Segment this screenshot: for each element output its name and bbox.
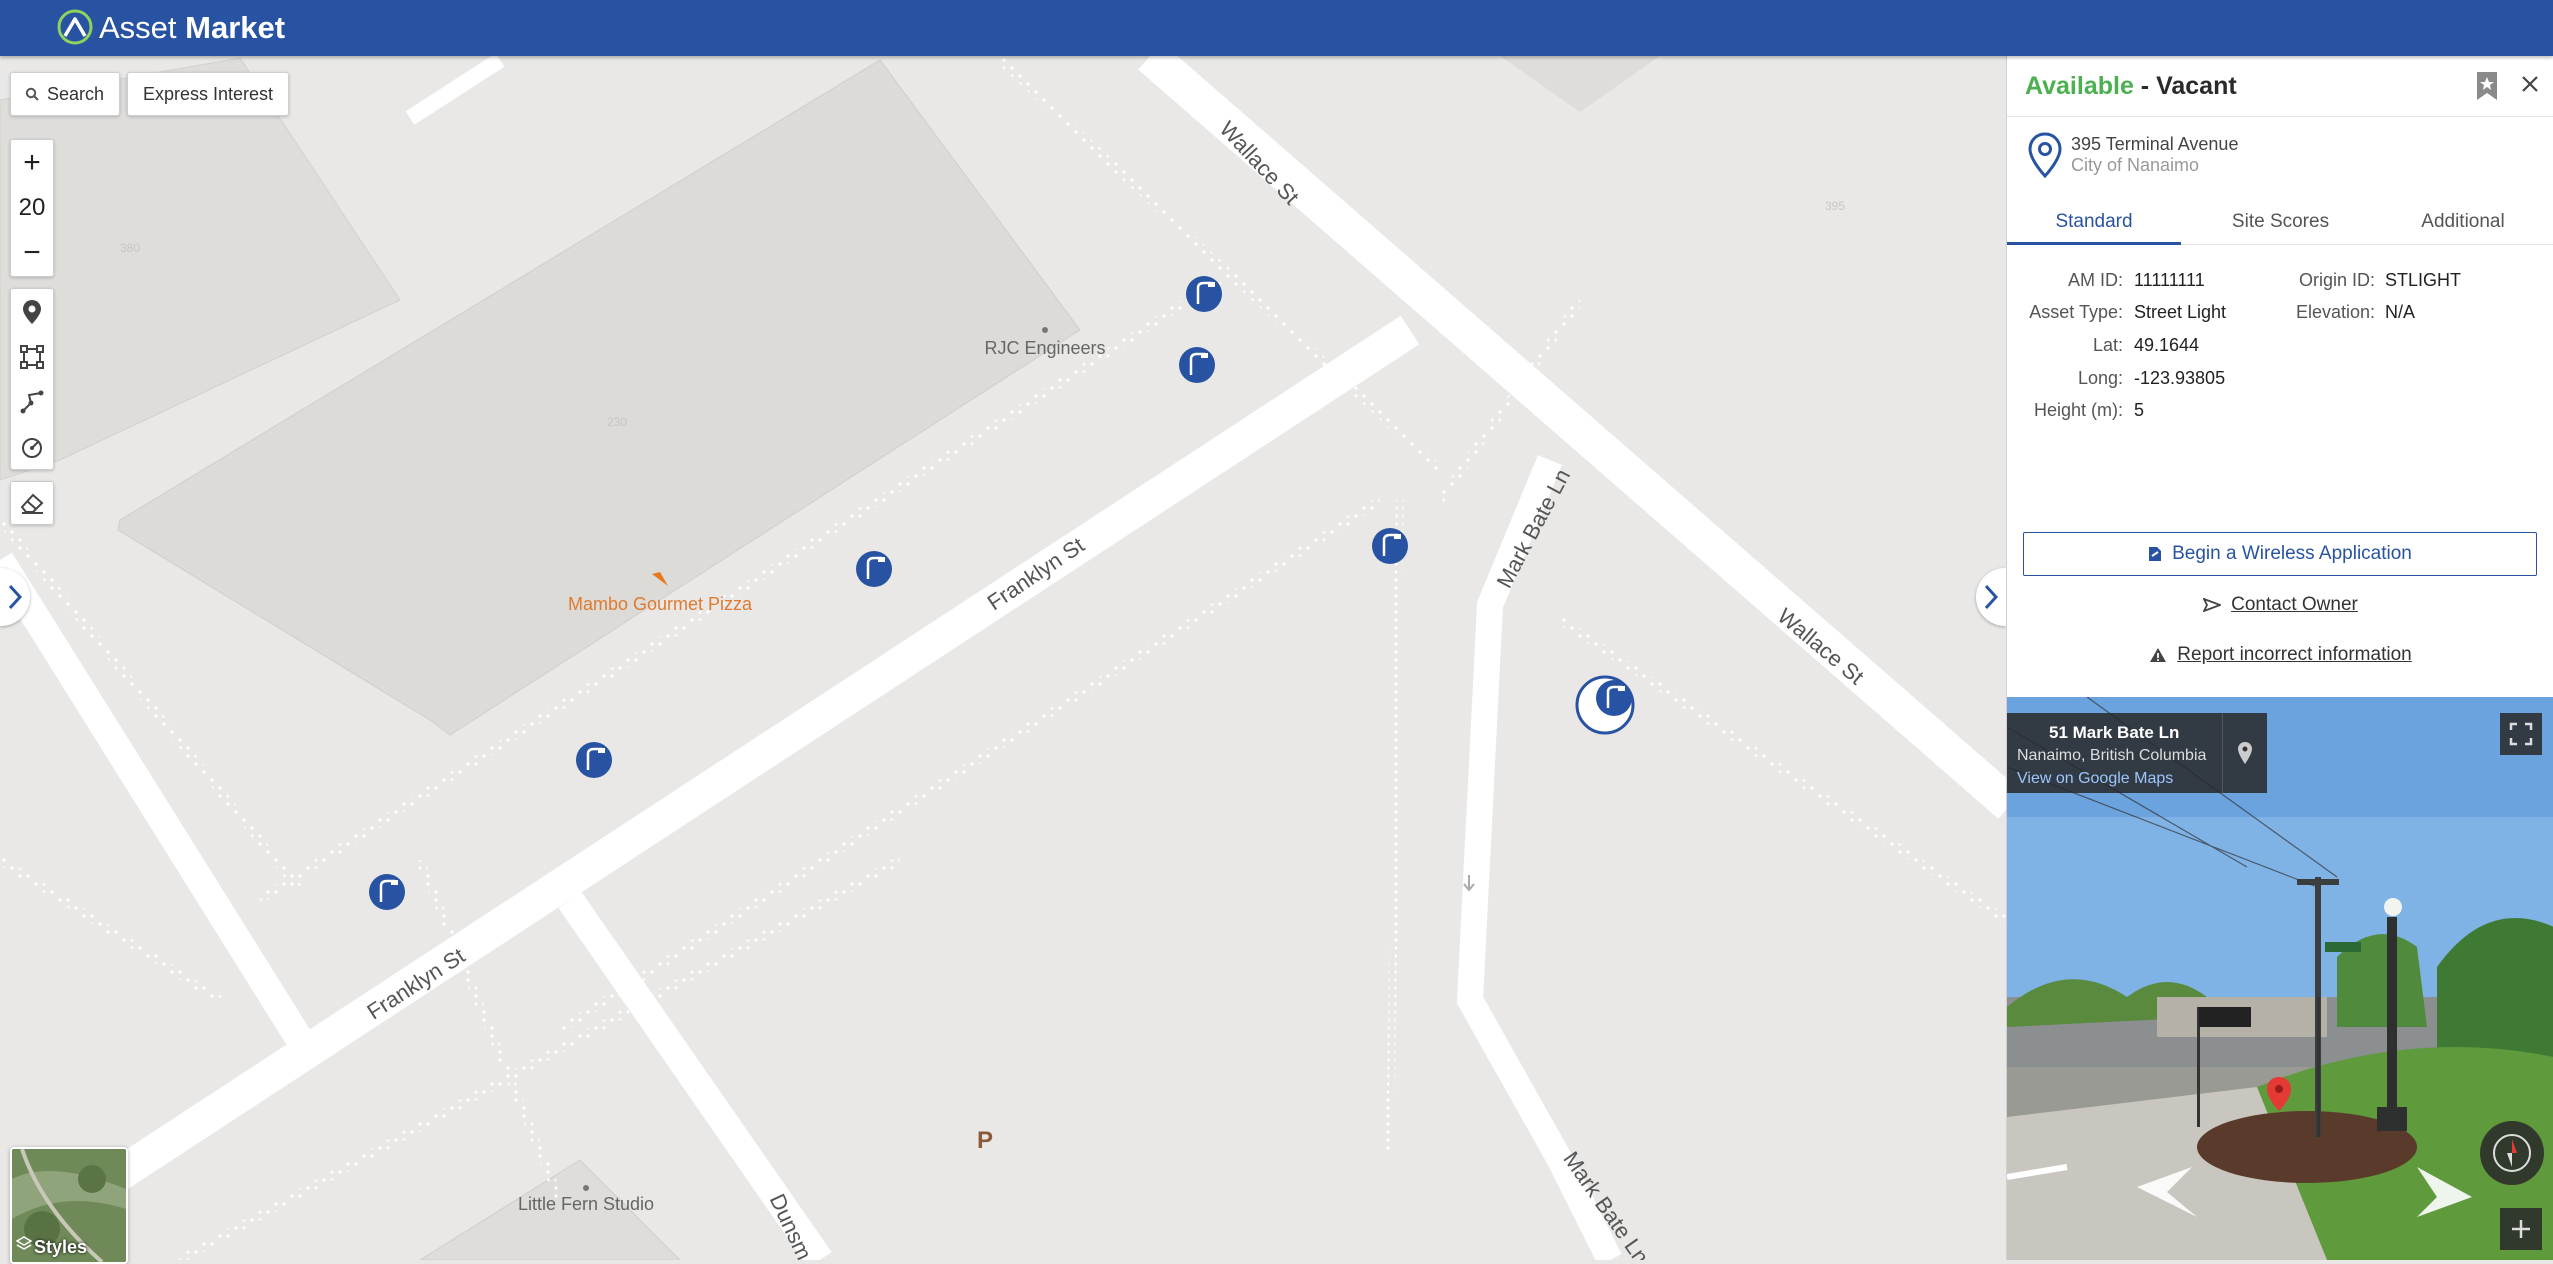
map-styles-button[interactable]: Styles xyxy=(10,1147,128,1264)
contact-owner-label: Contact Owner xyxy=(2231,594,2358,615)
field-value-elevation: N/A xyxy=(2385,302,2416,322)
layers-icon xyxy=(15,1235,33,1256)
tab-additional[interactable]: Additional xyxy=(2372,202,2553,242)
marker-tool-icon[interactable] xyxy=(11,289,53,334)
svg-text:230: 230 xyxy=(607,415,627,429)
close-icon[interactable] xyxy=(2521,75,2539,98)
status-separator: - xyxy=(2133,72,2157,100)
express-interest-button[interactable]: Express Interest xyxy=(127,72,289,116)
field-value-am-id: 11111111 xyxy=(2134,270,2205,290)
polygon-tool-icon[interactable] xyxy=(11,334,53,379)
map-tiles: 380 230 395 Wallace St Wallace St Frankl… xyxy=(0,56,2006,1260)
compass-icon[interactable] xyxy=(2480,1121,2544,1185)
field-label: Lat: xyxy=(2092,335,2123,355)
begin-wireless-application-button[interactable]: Begin a Wireless Application xyxy=(2023,532,2537,576)
tab-standard[interactable]: Standard xyxy=(2007,202,2181,245)
circle-tool-icon[interactable] xyxy=(11,424,53,469)
field-label: Long: xyxy=(2077,368,2123,388)
field-label: Elevation: xyxy=(2295,302,2375,322)
field-value-long: -123.93805 xyxy=(2134,368,2226,388)
place-label[interactable]: Little Fern Studio xyxy=(518,1194,654,1214)
field-label: Asset Type: xyxy=(2029,302,2123,322)
zoom-level: 20 xyxy=(18,193,46,221)
draw-toolbox xyxy=(10,288,54,470)
location-pin-icon xyxy=(2027,132,2063,183)
field-value-height: 5 xyxy=(2134,400,2145,420)
street-view[interactable]: 51 Mark Bate Ln Nanaimo, British Columbi… xyxy=(2007,697,2553,1260)
field-value-lat: 49.1644 xyxy=(2134,335,2200,355)
fullscreen-icon[interactable] xyxy=(2500,713,2542,755)
field-label: AM ID: xyxy=(2067,270,2123,290)
send-icon xyxy=(2203,598,2222,612)
zoom-control: + 20 − xyxy=(10,139,54,277)
brand-name[interactable]: Asset Market xyxy=(99,10,285,46)
asset-details-panel: Available - Vacant 395 Terminal Avenue C… xyxy=(2006,56,2553,1260)
field-label: Height (m): xyxy=(2033,400,2123,420)
chevron-right-icon xyxy=(1984,584,1998,610)
express-interest-label: Express Interest xyxy=(142,83,274,104)
field-value-asset-type: Street Light xyxy=(2134,302,2227,322)
top-bar: Asset Market xyxy=(0,0,2553,56)
document-edit-icon xyxy=(2149,547,2162,561)
zoom-out-button[interactable]: − xyxy=(11,230,53,275)
line-tool-icon[interactable] xyxy=(11,379,53,424)
report-incorrect-link[interactable]: Report incorrect information xyxy=(2007,644,2553,666)
field-label: Origin ID: xyxy=(2298,270,2375,290)
asset-market-logo-icon[interactable] xyxy=(56,8,94,46)
field-value-origin-id: STLIGHT xyxy=(2385,270,2462,290)
asset-status-title: Available - Vacant xyxy=(2025,72,2237,101)
search-label: Search xyxy=(47,83,105,104)
street-label: Franklyn St xyxy=(362,943,469,1025)
view-on-google-maps-link[interactable]: View on Google Maps xyxy=(2017,770,2173,788)
search-icon xyxy=(25,87,39,101)
address-line-2: City of Nanaimo xyxy=(2071,155,2200,175)
place-label[interactable]: Mambo Gourmet Pizza xyxy=(568,594,753,614)
status-available: Available xyxy=(2025,72,2134,100)
tab-site-scores[interactable]: Site Scores xyxy=(2189,202,2372,242)
map-canvas[interactable]: 380 230 395 Wallace St Wallace St Frankl… xyxy=(0,56,2006,1260)
contact-owner-link[interactable]: Contact Owner xyxy=(2007,594,2553,616)
map-pin-icon[interactable] xyxy=(2222,713,2267,793)
styles-label: Styles xyxy=(34,1237,88,1257)
bookmark-icon[interactable] xyxy=(2476,71,2498,106)
eraser-tool-icon[interactable] xyxy=(10,481,54,525)
street-view-info-box: 51 Mark Bate Ln Nanaimo, British Columbi… xyxy=(2007,713,2267,793)
details-tabs: Standard Site Scores Additional xyxy=(2007,202,2553,245)
search-button[interactable]: Search xyxy=(10,72,120,116)
place-label[interactable]: RJC Engineers xyxy=(984,338,1105,358)
apply-label: Begin a Wireless Application xyxy=(2172,543,2412,564)
zoom-in-button[interactable]: + xyxy=(11,140,53,185)
address-line-1: 395 Terminal Avenue xyxy=(2071,134,2239,154)
street-label: Franklyn St xyxy=(983,532,1089,615)
street-view-subtitle: Nanaimo, British Columbia xyxy=(2017,747,2207,764)
svg-text:395: 395 xyxy=(1825,199,1845,213)
status-detail: Vacant xyxy=(2156,72,2237,100)
street-view-title: 51 Mark Bate Ln xyxy=(2049,723,2180,742)
svg-text:380: 380 xyxy=(120,241,140,255)
street-view-zoom-in-icon[interactable] xyxy=(2500,1208,2542,1250)
chevron-right-icon xyxy=(8,584,22,610)
parking-label: P xyxy=(977,1127,993,1154)
warning-icon xyxy=(2150,648,2167,662)
report-label: Report incorrect information xyxy=(2177,644,2412,665)
